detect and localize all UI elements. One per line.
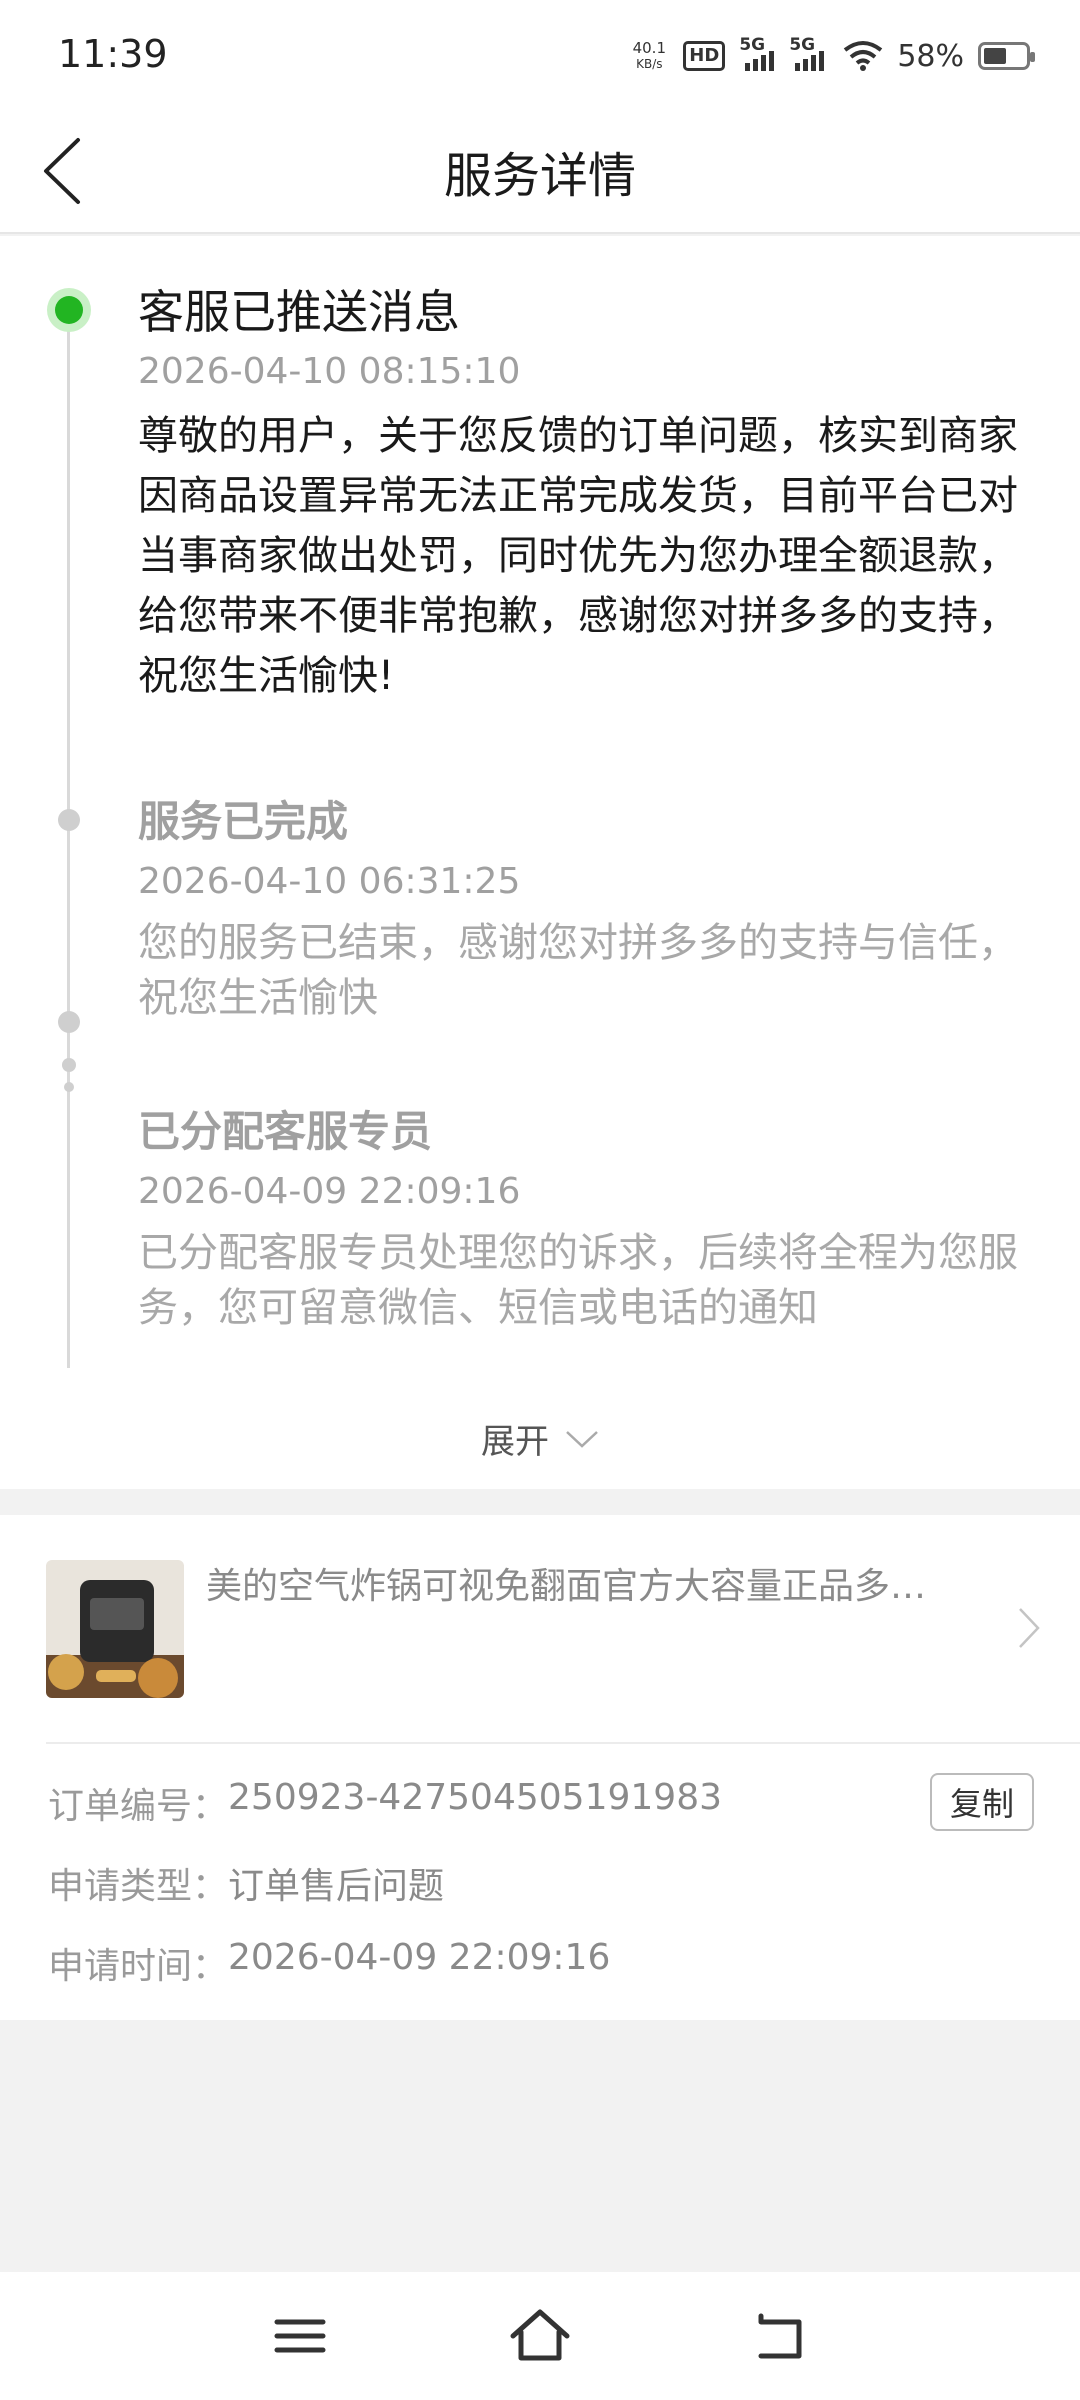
event-time: 2026-04-10 06:31:25 xyxy=(138,861,521,902)
event-time: 2026-04-09 22:09:16 xyxy=(138,1171,521,1212)
menu-icon[interactable] xyxy=(265,2304,335,2368)
event-title: 已分配客服专员 xyxy=(138,1107,433,1156)
apply-time-value: 2026-04-09 22:09:16 xyxy=(228,1937,611,1978)
timeline-dot xyxy=(58,1011,80,1033)
status-icons: 40.1 KB/s HD 5G 5G 58% xyxy=(629,35,1035,76)
event-time: 2026-04-10 08:15:10 xyxy=(138,351,521,392)
timeline-dot-active xyxy=(47,288,91,332)
hd-voice-icon: HD xyxy=(683,41,726,71)
event-body: 已分配客服专员处理您的诉求，后续将全程为您服务，您可留意微信、短信或电话的通知 xyxy=(138,1230,1018,1331)
expand-button[interactable]: 展开 xyxy=(0,1414,1080,1463)
order-number-label: 订单编号： xyxy=(48,1786,229,1827)
order-number-value: 250923-427504505191983 xyxy=(228,1777,722,1818)
timeline-dot xyxy=(64,1082,74,1092)
wifi-icon xyxy=(844,41,883,71)
page-title: 服务详情 xyxy=(443,148,636,204)
status-time: 11:39 xyxy=(58,32,168,76)
event-body: 尊敬的用户，关于您反馈的订单问题，核实到商家因商品设置异常无法正常完成发货，目前… xyxy=(138,413,1018,699)
timeline-dot xyxy=(58,809,80,831)
copy-button[interactable]: 复制 xyxy=(930,1773,1034,1831)
timeline-event-completed: 服务已完成 2026-04-10 06:31:25 您的服务已结束，感谢您对拼多… xyxy=(138,792,1018,1026)
apply-type-value: 订单售后问题 xyxy=(228,1866,445,1907)
system-nav-bar xyxy=(0,2272,1080,2400)
apply-time-label: 申请时间： xyxy=(48,1946,229,1987)
product-name: 美的空气炸锅可视免翻面官方大容量正品多… xyxy=(206,1566,927,1607)
chevron-right-icon xyxy=(1019,1608,1040,1648)
back-nav-icon[interactable] xyxy=(745,2304,815,2368)
apply-type-row: 申请类型： 订单售后问题 xyxy=(48,1857,444,1909)
order-card: 美的空气炸锅可视免翻面官方大容量正品多… 订单编号： 250923-427504… xyxy=(0,1515,1080,2020)
apply-time-row: 申请时间： 2026-04-09 22:09:16 xyxy=(48,1937,610,1989)
product-thumbnail xyxy=(46,1560,184,1698)
timeline-dot xyxy=(62,1058,76,1072)
network-speed: 40.1 KB/s xyxy=(632,39,666,71)
timeline-line xyxy=(67,308,70,1368)
status-bar: 11:39 40.1 KB/s HD 5G 5G 58% xyxy=(0,0,1080,112)
header: 服务详情 xyxy=(0,112,1080,234)
event-body: 您的服务已结束，感谢您对拼多多的支持与信任，祝您生活愉快 xyxy=(138,920,1018,1021)
event-title: 客服已推送消息 xyxy=(138,285,460,339)
divider xyxy=(46,1742,1080,1744)
timeline-event-pushed: 客服已推送消息 2026-04-10 08:15:10 尊敬的用户，关于您反馈的… xyxy=(138,282,1018,706)
signal-icon-sim1: 5G xyxy=(739,35,775,71)
battery-icon xyxy=(978,42,1035,70)
expand-label: 展开 xyxy=(481,1422,549,1462)
apply-type-label: 申请类型： xyxy=(48,1866,229,1907)
service-timeline: 客服已推送消息 2026-04-10 08:15:10 尊敬的用户，关于您反馈的… xyxy=(0,236,1080,1489)
battery-percent: 58% xyxy=(897,38,964,74)
order-number-row: 订单编号： 250923-427504505191983 xyxy=(48,1777,722,1829)
timeline-event-assigned: 已分配客服专员 2026-04-09 22:09:16 已分配客服专员处理您的诉… xyxy=(138,1102,1018,1336)
chevron-down-icon xyxy=(566,1430,598,1448)
product-row[interactable]: 美的空气炸锅可视免翻面官方大容量正品多… xyxy=(0,1515,1080,1742)
signal-icon-sim2: 5G xyxy=(789,35,829,71)
home-icon[interactable] xyxy=(505,2304,575,2368)
event-title: 服务已完成 xyxy=(138,797,349,846)
